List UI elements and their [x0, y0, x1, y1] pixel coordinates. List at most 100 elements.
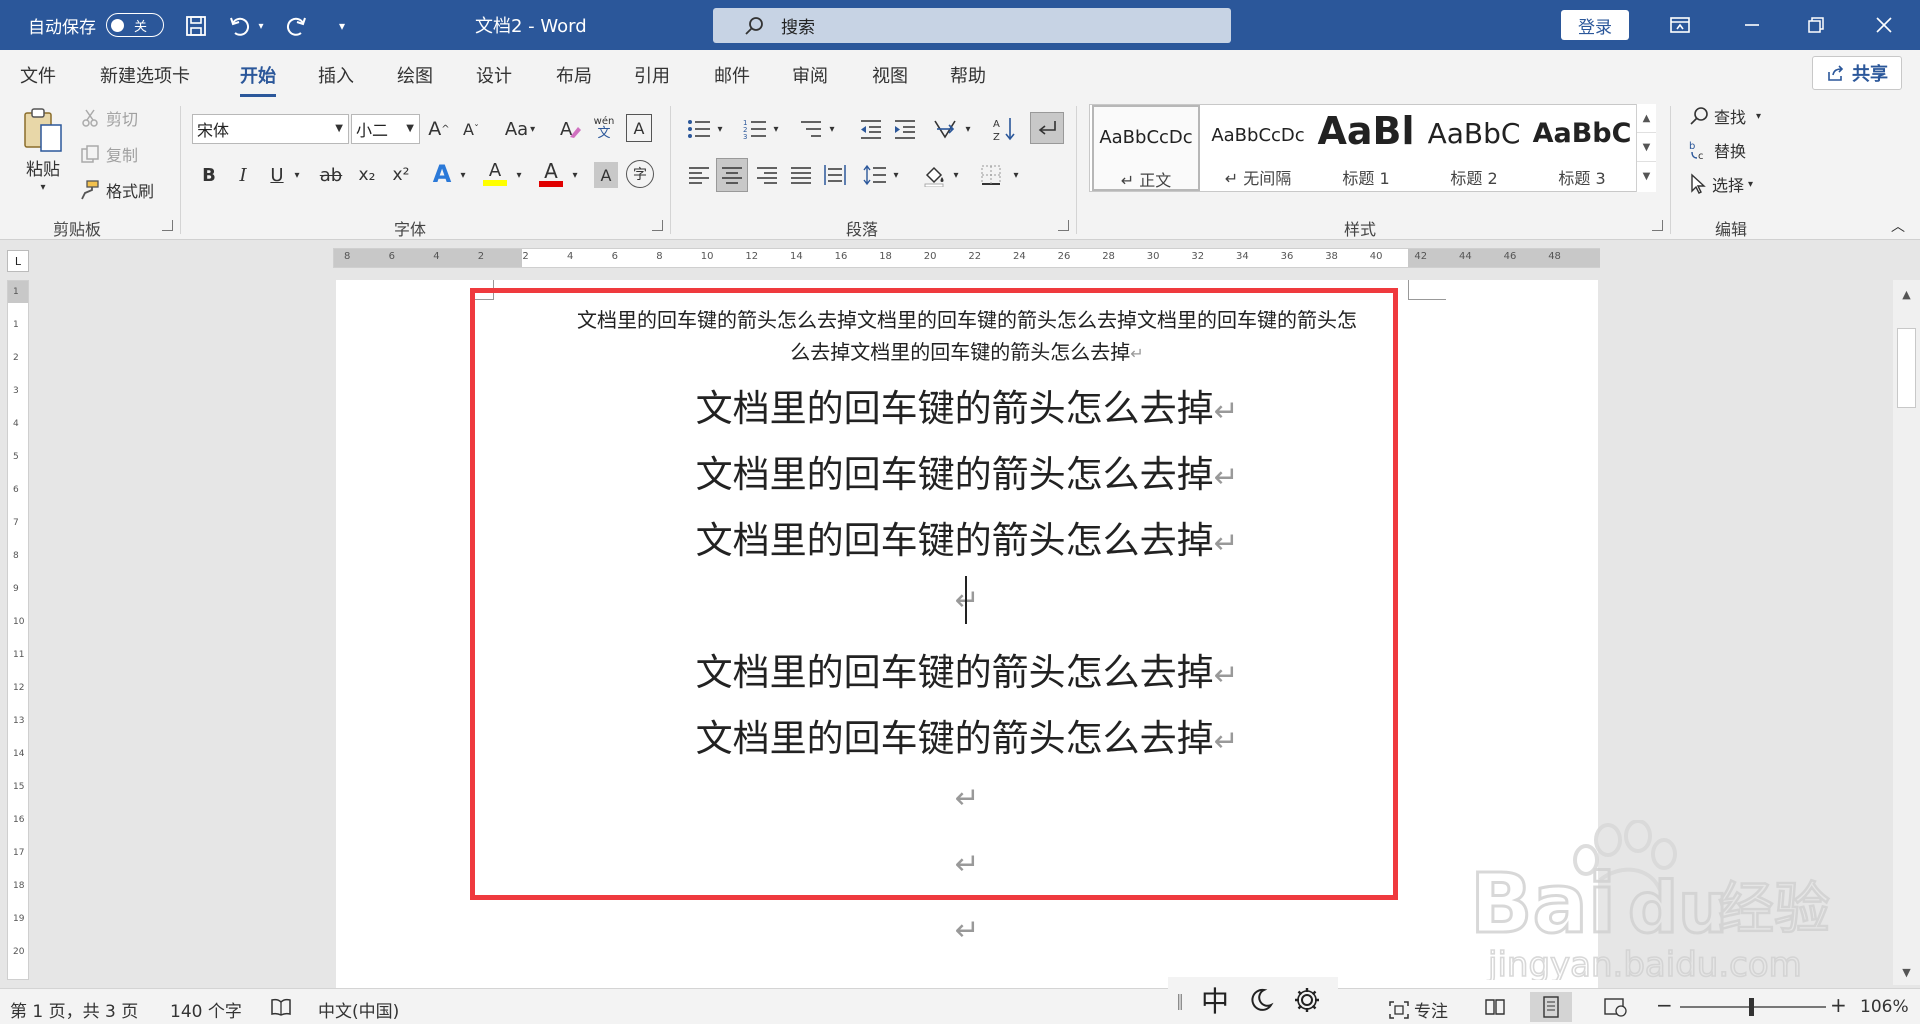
tab-home[interactable]: 开始 — [240, 62, 276, 97]
tab-file[interactable]: 文件 — [20, 62, 56, 88]
read-mode-icon[interactable] — [1484, 997, 1506, 1022]
tab-new-tab[interactable]: 新建选项卡 — [100, 62, 190, 88]
horizontal-ruler[interactable]: 8 6 4 2 2 4 6 8 10 12 14 16 18 20 22 24 26 28 30 32 34 36 38 40… — [333, 248, 1600, 268]
change-case-button[interactable]: Aa ▾ — [498, 114, 542, 144]
font-color-button[interactable]: A — [536, 158, 566, 190]
document-page[interactable]: 文档里的回车键的箭头怎么去掉文档里的回车键的箭头怎么去掉文档里的回车键的箭头怎 … — [336, 280, 1598, 990]
line-spacing-icon[interactable] — [860, 160, 890, 190]
styles-launcher-icon[interactable] — [1652, 220, 1663, 231]
zoom-in-button[interactable]: + — [1830, 993, 1847, 1017]
phonetic-guide-icon[interactable]: wén 文 — [590, 112, 618, 144]
subscript-button[interactable]: x₂ — [354, 160, 380, 190]
share-button[interactable]: 共享 — [1812, 56, 1902, 90]
paste-icon[interactable] — [18, 104, 68, 156]
font-color-dropdown-icon[interactable]: ▾ — [568, 160, 582, 190]
increase-indent-icon[interactable] — [890, 114, 920, 144]
cut-button[interactable]: 剪切 — [80, 106, 138, 130]
bold-button[interactable]: B — [196, 160, 222, 190]
line-spacing-dropdown-icon[interactable]: ▾ — [890, 160, 902, 190]
save-icon[interactable] — [182, 12, 210, 40]
zoom-out-button[interactable]: − — [1656, 993, 1673, 1017]
shrink-font-icon[interactable]: Aˇ — [458, 114, 484, 144]
tab-help[interactable]: 帮助 — [950, 62, 986, 88]
paragraph-launcher-icon[interactable] — [1058, 220, 1069, 231]
align-center-icon[interactable] — [716, 158, 748, 192]
redo-icon[interactable] — [282, 12, 310, 40]
justify-icon[interactable] — [786, 160, 816, 190]
font-size-combo[interactable]: 小二 ▼ — [351, 114, 420, 144]
gallery-up-icon[interactable]: ▲ — [1637, 104, 1656, 133]
align-right-icon[interactable] — [752, 160, 782, 190]
login-button[interactable]: 登录 — [1561, 10, 1629, 40]
autosave-toggle[interactable]: 关 — [106, 13, 164, 37]
focus-button[interactable]: 专注 — [1388, 997, 1448, 1022]
close-icon[interactable] — [1856, 0, 1912, 50]
scroll-down-icon[interactable]: ▼ — [1893, 960, 1920, 984]
style-heading-1[interactable]: AaBl 标题 1 — [1312, 105, 1420, 191]
chinese-layout-dropdown-icon[interactable]: ▾ — [962, 114, 974, 144]
collapse-ribbon-icon[interactable]: ︿ — [1888, 218, 1908, 235]
superscript-button[interactable]: x² — [388, 160, 414, 190]
tab-view[interactable]: 视图 — [872, 62, 908, 88]
gallery-more-icon[interactable]: ▼ — [1637, 162, 1656, 191]
language-indicator[interactable]: 中文(中国) — [318, 997, 399, 1022]
tab-design[interactable]: 设计 — [476, 62, 512, 88]
bullets-dropdown-icon[interactable]: ▾ — [714, 114, 726, 144]
multilevel-list-icon[interactable] — [796, 114, 826, 144]
proofing-icon[interactable] — [270, 997, 292, 1022]
shading-icon[interactable] — [920, 160, 950, 190]
tab-review[interactable]: 审阅 — [792, 62, 828, 88]
sort-icon[interactable]: AZ — [990, 114, 1020, 144]
distributed-icon[interactable] — [820, 160, 850, 190]
find-button[interactable]: 查找 ▾ — [1688, 102, 1761, 130]
text-effects-button[interactable]: A — [428, 158, 456, 190]
gallery-down-icon[interactable]: ▼ — [1637, 133, 1656, 162]
replace-button[interactable]: bc 替换 — [1688, 136, 1746, 164]
clipboard-launcher-icon[interactable] — [162, 220, 173, 231]
print-layout-icon[interactable] — [1530, 992, 1572, 1022]
word-count[interactable]: 140 个字 — [170, 997, 242, 1022]
zoom-level[interactable]: 106% — [1860, 997, 1909, 1017]
enclose-characters-button[interactable]: 字 — [626, 160, 654, 188]
multilevel-dropdown-icon[interactable]: ▾ — [826, 114, 838, 144]
select-button[interactable]: 选择 ▾ — [1688, 170, 1753, 198]
style-normal[interactable]: AaBbCcDc ↵ 正文 — [1092, 105, 1200, 191]
borders-icon[interactable] — [976, 160, 1006, 190]
gear-icon[interactable] — [1284, 977, 1330, 1023]
show-marks-icon[interactable] — [1030, 112, 1064, 144]
decrease-indent-icon[interactable] — [856, 114, 886, 144]
underline-button[interactable]: U — [264, 160, 290, 190]
style-heading-3[interactable]: AaBbC 标题 3 — [1528, 105, 1636, 191]
format-painter-button[interactable]: 格式刷 — [78, 178, 154, 202]
underline-dropdown-icon[interactable]: ▾ — [290, 160, 304, 190]
scroll-thumb[interactable] — [1897, 328, 1916, 408]
page-count[interactable]: 第 1 页，共 3 页 — [10, 997, 138, 1022]
borders-dropdown-icon[interactable]: ▾ — [1010, 160, 1022, 190]
bullets-icon[interactable] — [684, 114, 714, 144]
customize-toolbar-icon[interactable]: ▾ — [328, 12, 356, 40]
numbering-dropdown-icon[interactable]: ▾ — [770, 114, 782, 144]
tab-selector-icon[interactable]: L — [7, 250, 29, 272]
paste-button[interactable]: 粘贴 — [18, 156, 68, 180]
scroll-up-icon[interactable]: ▲ — [1893, 282, 1920, 306]
style-no-spacing[interactable]: AaBbCcDc ↵ 无间隔 — [1204, 105, 1312, 191]
copy-button[interactable]: 复制 — [80, 142, 138, 166]
font-name-combo[interactable]: 宋体 ▼ — [192, 114, 349, 144]
highlight-button[interactable]: A — [480, 158, 510, 190]
style-heading-2[interactable]: AaBbC 标题 2 — [1420, 105, 1528, 191]
tab-insert[interactable]: 插入 — [318, 62, 354, 88]
paste-dropdown-icon[interactable]: ▾ — [30, 180, 56, 194]
ime-language-toggle[interactable]: 中 — [1192, 977, 1238, 1023]
tab-draw[interactable]: 绘图 — [397, 62, 433, 88]
tab-layout[interactable]: 布局 — [556, 62, 592, 88]
strikethrough-button[interactable]: ab — [316, 160, 346, 190]
moon-icon[interactable] — [1238, 977, 1284, 1023]
italic-button[interactable]: I — [230, 160, 256, 190]
text-effects-dropdown-icon[interactable]: ▾ — [456, 160, 470, 190]
numbering-icon[interactable]: 123 — [740, 114, 770, 144]
vertical-scrollbar[interactable]: ▲ ▼ — [1893, 280, 1920, 985]
grow-font-icon[interactable]: A ^ — [426, 114, 452, 144]
undo-dropdown-icon[interactable]: ▾ — [254, 12, 268, 40]
character-shading-button[interactable]: A — [594, 162, 618, 188]
search-box[interactable]: 搜索 — [713, 8, 1231, 43]
